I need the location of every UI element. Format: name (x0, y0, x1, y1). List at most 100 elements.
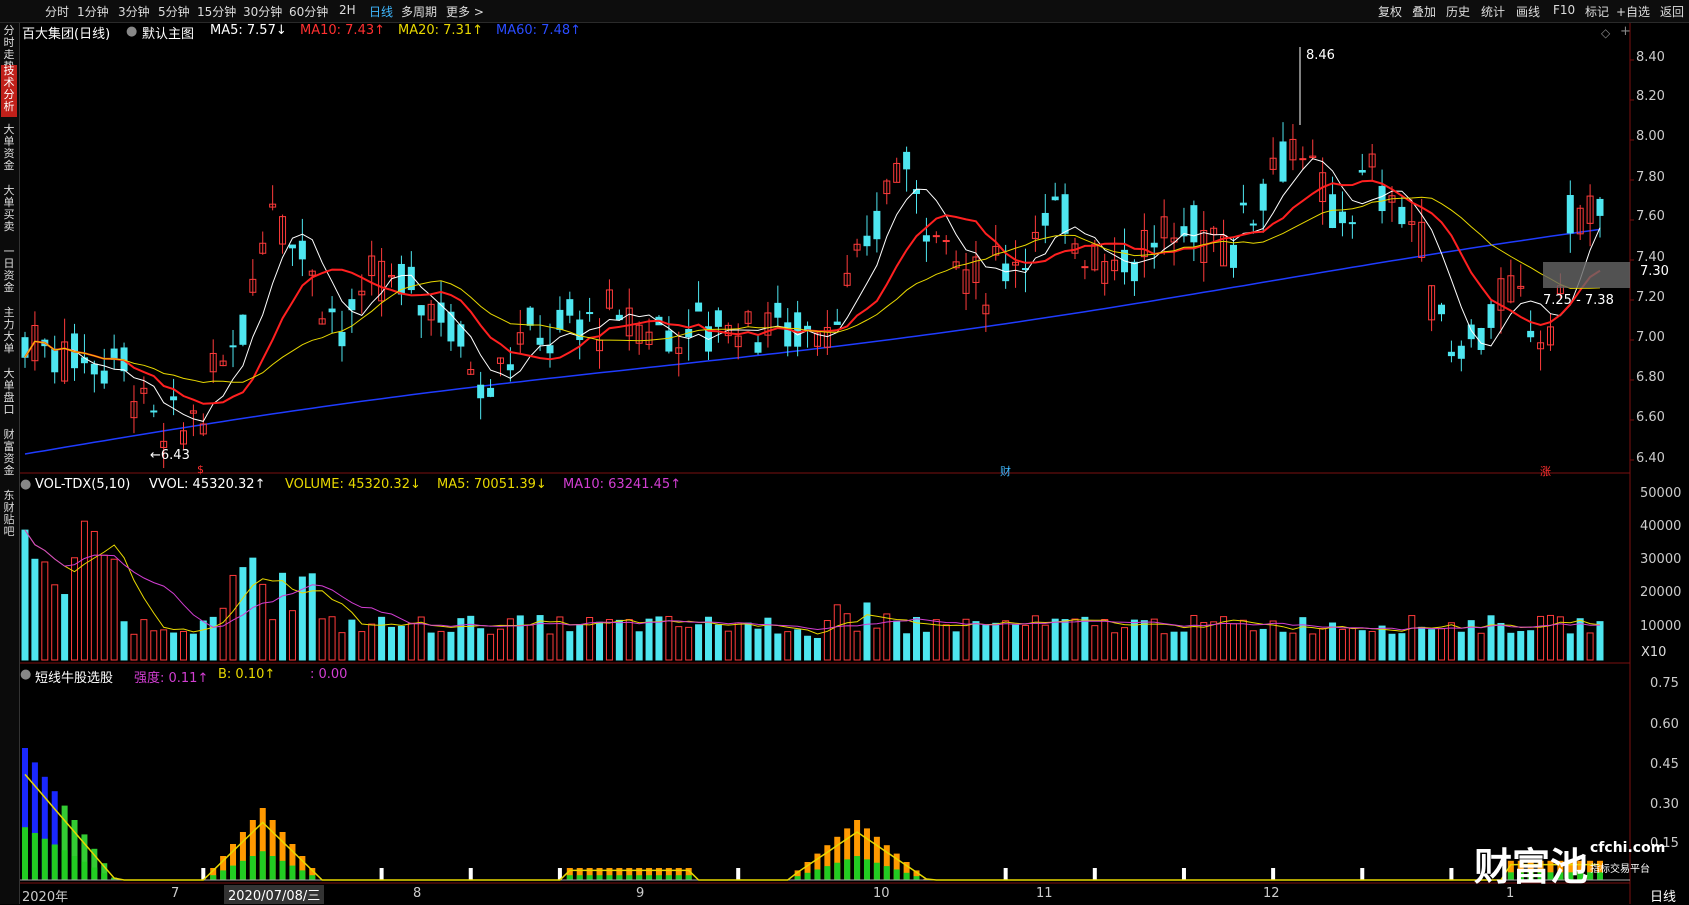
indicator-bar-base (666, 875, 672, 880)
volume-bar (180, 631, 186, 660)
indicator-bar-base (577, 875, 583, 880)
candle-body (488, 388, 494, 396)
indicator-bar-base (656, 875, 662, 880)
indicator-bar-base (42, 839, 48, 880)
candle-body (1399, 207, 1405, 223)
volume-bar (725, 631, 731, 660)
volume-bar (1310, 634, 1316, 660)
volume-bar (636, 632, 642, 660)
volume-bar (1547, 615, 1553, 660)
kline-chart[interactable] (0, 0, 1689, 904)
candle-body (299, 241, 305, 259)
indicator-name[interactable]: 短线牛股选股 (35, 667, 113, 686)
volume-bar (1349, 628, 1355, 660)
event-marker-finance[interactable]: 财 (1000, 463, 1011, 479)
event-marker-rise[interactable]: 涨 (1540, 463, 1551, 479)
volume-bar (62, 595, 68, 660)
volume-bar (834, 605, 840, 660)
indicator-bar-base (824, 866, 830, 880)
template-dot-icon[interactable]: ● (126, 24, 137, 39)
volume-bar (1260, 629, 1266, 660)
volume-bar (121, 622, 127, 660)
indicator-bar-base (795, 876, 801, 880)
price-tick: 7.20 (1636, 290, 1665, 305)
volume-indicator-name[interactable]: VOL-TDX(5,10) (35, 477, 130, 492)
indicator-tick: 0.75 (1650, 676, 1679, 691)
volume-dot-icon[interactable]: ● (20, 477, 31, 492)
candle-body (864, 236, 870, 245)
candle-body (1439, 305, 1445, 314)
ma20-line (25, 197, 1600, 382)
volume-bar (497, 629, 503, 660)
volume-bar (517, 616, 523, 660)
indicator-dot-icon[interactable]: ● (20, 667, 31, 682)
expand-icon[interactable]: ◇ (1601, 26, 1610, 40)
candle-body (438, 303, 444, 322)
price-tick: 6.80 (1636, 370, 1665, 385)
volume-bar (1280, 632, 1286, 660)
volume-bar (567, 632, 573, 660)
volume-bar (824, 621, 830, 660)
indicator-tick-bar (1449, 868, 1453, 880)
volume-bar (696, 625, 702, 660)
indicator-tick: 0.30 (1650, 797, 1679, 812)
price-tick: 7.40 (1636, 250, 1665, 265)
volume-bar (1042, 625, 1048, 660)
indicator-tick: 0.45 (1650, 757, 1679, 772)
candle-body (1567, 196, 1573, 233)
volume-bar (666, 616, 672, 660)
volume-bar (1250, 631, 1256, 660)
low-price-value: 6.43 (161, 448, 190, 463)
indicator-bar-base (904, 873, 910, 880)
indicator-bar-base (597, 875, 603, 880)
indicator-tick-bar (380, 868, 384, 880)
volume-bar (1458, 632, 1464, 660)
volume-bar (1201, 623, 1207, 660)
volume-bar (389, 627, 395, 660)
volume-bar (844, 614, 850, 660)
volume-tick: 30000 (1640, 552, 1681, 567)
volume-bar (329, 617, 335, 660)
volume-bar (438, 631, 444, 660)
volume-tick: 10000 (1640, 619, 1681, 634)
volume-bar (686, 627, 692, 660)
volume-bar (775, 634, 781, 660)
plus-icon[interactable]: + (1620, 24, 1631, 39)
candle-body (715, 311, 721, 327)
indicator-extra: : 0.00 (310, 667, 347, 682)
volume-bar (1577, 619, 1583, 660)
candle-body (1240, 203, 1246, 205)
volume-bar (606, 620, 612, 660)
indicator-bar-base (270, 856, 276, 880)
volume-bar (1062, 620, 1068, 660)
volume-bar (943, 625, 949, 660)
volume-bar (953, 632, 959, 660)
candle-body (547, 346, 553, 353)
indicator-bar-base (567, 875, 573, 880)
volume-bar (715, 625, 721, 660)
candle-body (349, 300, 355, 310)
candle-body (1349, 223, 1355, 224)
event-marker-dividend[interactable]: $ (197, 463, 204, 476)
candle-body (785, 323, 791, 346)
volume-bar (190, 634, 196, 660)
volume-value: VOLUME: 45320.32↓ (285, 477, 421, 492)
indicator-bar-base (250, 856, 256, 880)
time-label: 9 (636, 886, 644, 901)
candle-body (537, 338, 543, 344)
indicator-bar-base (864, 859, 870, 880)
candle-body (91, 364, 97, 374)
volume-bar (171, 633, 177, 660)
volume-bar (923, 632, 929, 660)
volume-bar (1399, 634, 1405, 660)
candle-body (230, 346, 236, 347)
indicator-bar-base (834, 863, 840, 880)
volume-bar (1339, 629, 1345, 660)
indicator-bar-base (260, 851, 266, 880)
volume-bar (42, 562, 48, 660)
volume-bar (547, 634, 553, 660)
candle-body (1052, 197, 1058, 200)
volume-bar (32, 559, 38, 660)
vol-ma10-value: MA10: 63241.45↑ (563, 477, 681, 492)
template-name[interactable]: 默认主图 (142, 23, 194, 42)
